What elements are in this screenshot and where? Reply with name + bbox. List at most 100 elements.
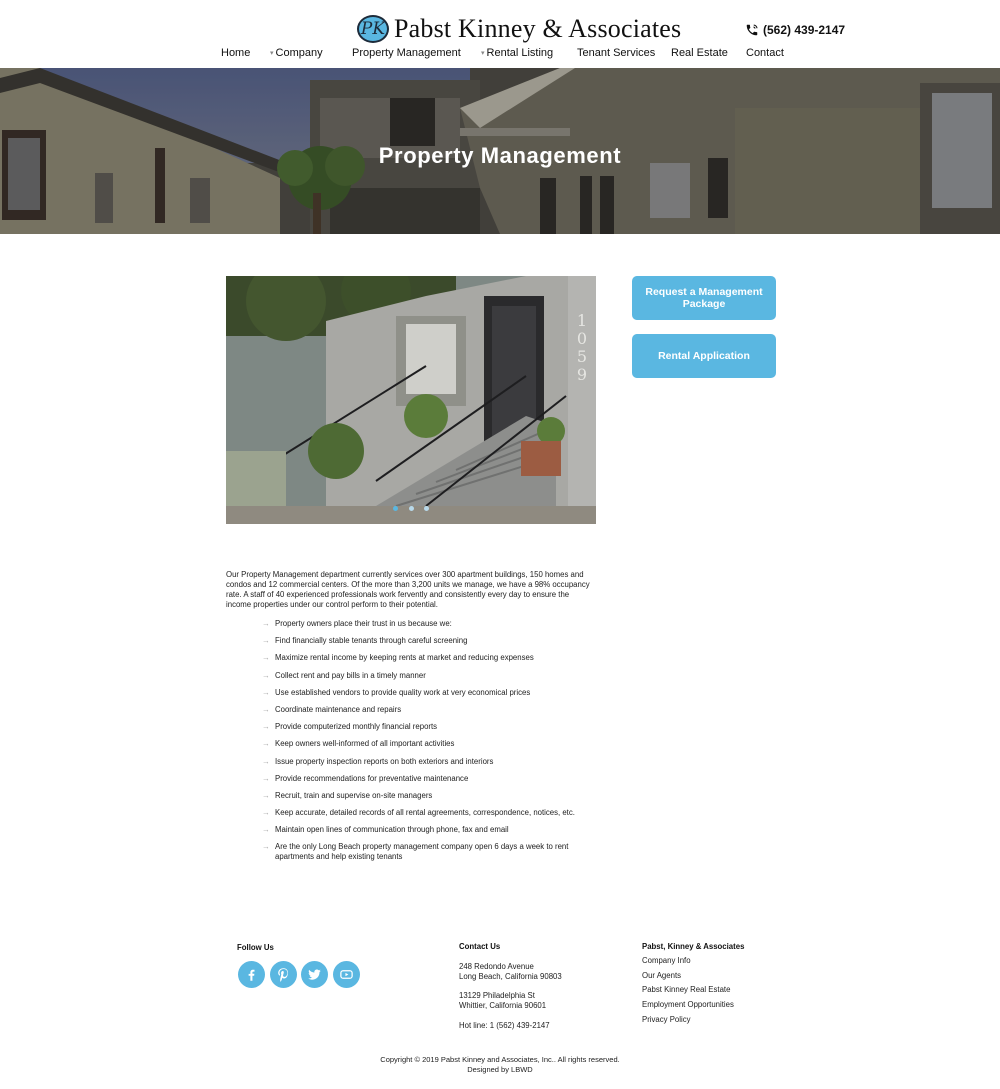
- list-item-text: Find financially stable tenants through …: [275, 636, 468, 646]
- nav-label: Tenant Services: [577, 47, 656, 59]
- list-item: → Collect rent and pay bills in a timely …: [262, 671, 602, 681]
- arrow-right-icon: →: [262, 619, 270, 628]
- list-item-text: Provide computerized monthly financial r…: [275, 722, 438, 732]
- arrow-right-icon: →: [262, 825, 270, 835]
- designed-by[interactable]: Designed by LBWD: [0, 1065, 1000, 1075]
- list-item-text: Coordinate maintenance and repairs: [275, 704, 402, 714]
- list-item-text: Maximize rental income by keeping rents …: [275, 653, 534, 663]
- list-item: → Property owners place their trust in us…: [262, 619, 602, 629]
- list-item: → Keep accurate, detailed records of all …: [262, 808, 602, 818]
- arrow-right-icon: →: [262, 704, 270, 714]
- brand-name: Pabst Kinney & Associates: [394, 14, 682, 43]
- nav-label: Real Estate: [671, 47, 728, 59]
- list-item-text: Recruit, train and supervise on-site man…: [275, 790, 433, 800]
- copyright: Copyright © 2019 Pabst Kinney and Associ…: [0, 1055, 1000, 1075]
- twitter-link[interactable]: [301, 961, 328, 988]
- building-number-4: 9: [577, 365, 587, 384]
- address-line: 248 Redondo Avenue: [459, 962, 534, 971]
- header-phone[interactable]: (562) 439-2147: [745, 23, 845, 37]
- phone-number: (562) 439-2147: [763, 23, 846, 37]
- slider-dot[interactable]: [423, 506, 429, 511]
- list-item-text: Use established vendors to provide quali…: [275, 687, 531, 697]
- company-heading: Pabst, Kinney & Associates: [642, 942, 745, 951]
- nav-label: Home: [221, 47, 251, 59]
- arrow-right-icon: →: [262, 808, 270, 818]
- pinterest-link[interactable]: [269, 961, 297, 988]
- footer-link-company-info[interactable]: Company Info: [642, 956, 734, 966]
- chevron-down-icon: ▾: [270, 50, 274, 57]
- page-title: Property Management: [378, 143, 622, 168]
- social-links: [238, 961, 364, 988]
- building-number-2: 0: [577, 329, 587, 348]
- hotline[interactable]: Hot line: 1 (562) 439-2147: [459, 1021, 550, 1031]
- slider-dot[interactable]: [393, 506, 399, 511]
- request-management-package-button[interactable]: Request a Management Package: [632, 276, 776, 320]
- facebook-icon: [248, 969, 255, 981]
- logo-monogram: PK: [360, 19, 386, 39]
- address-long-beach: 248 Redondo Avenue Long Beach, Californi…: [459, 962, 562, 982]
- footer-link-our-agents[interactable]: Our Agents: [642, 971, 734, 981]
- nav-home[interactable]: Home: [221, 47, 250, 59]
- follow-us-heading: Follow Us: [237, 943, 274, 952]
- footer-link-privacy-policy[interactable]: Privacy Policy: [642, 1015, 734, 1025]
- building-number-3: 5: [577, 347, 587, 366]
- contact-us-heading: Contact Us: [459, 942, 501, 951]
- nav-property-management[interactable]: Property Management: [352, 47, 461, 59]
- list-item: → Find financially stable tenants through…: [262, 636, 602, 646]
- list-item: → Keep owners well-informed of all import…: [262, 739, 602, 749]
- list-item-text: Are the only Long Beach property managem…: [275, 842, 569, 862]
- footer-link-employment[interactable]: Employment Opportunities: [642, 1000, 734, 1010]
- image-slider[interactable]: 1 0 5 9: [226, 276, 596, 524]
- building-number-1: 1: [577, 311, 587, 330]
- chevron-down-icon: ▾: [481, 50, 485, 57]
- youtube-icon: [339, 970, 353, 979]
- youtube-link[interactable]: [332, 961, 360, 988]
- slider-dots: [226, 498, 596, 516]
- nav-rental-listing[interactable]: ▾ Rental Listing: [481, 47, 553, 59]
- arrow-right-icon: →: [262, 687, 270, 697]
- address-whittier: 13129 Philadelphia St Whittier, Californ…: [459, 991, 546, 1011]
- arrow-right-icon: →: [262, 739, 270, 749]
- list-item: → Provide computerized monthly financial …: [262, 722, 602, 732]
- copyright-text: Copyright © 2019 Pabst Kinney and Associ…: [380, 1055, 620, 1064]
- list-item-text: Keep accurate, detailed records of all r…: [275, 808, 575, 818]
- list-item: → Recruit, train and supervise on-site ma…: [262, 791, 602, 801]
- list-item: → Maximize rental income by keeping rents…: [262, 653, 602, 663]
- nav-tenant-services[interactable]: Tenant Services: [577, 47, 655, 59]
- list-item-text: Property owners place their trust in us …: [275, 619, 452, 628]
- arrow-right-icon: →: [262, 670, 270, 680]
- arrow-right-icon: →: [262, 636, 270, 646]
- footer-link-real-estate[interactable]: Pabst Kinney Real Estate: [642, 985, 734, 995]
- list-item-text: Collect rent and pay bills in a timely m…: [275, 670, 426, 680]
- logo[interactable]: PK Pabst Kinney & Associates: [357, 14, 681, 44]
- twitter-icon: [308, 969, 321, 980]
- company-links: Company Info Our Agents Pabst Kinney Rea…: [642, 956, 734, 1029]
- arrow-right-icon: →: [262, 653, 270, 663]
- nav-label: Company: [275, 47, 323, 59]
- nav-label: Contact: [746, 47, 784, 59]
- rental-application-button[interactable]: Rental Application: [632, 334, 776, 378]
- list-item: → Provide recommendations for preventativ…: [262, 774, 602, 784]
- address-line: 13129 Philadelphia St: [459, 991, 535, 1000]
- hero-banner: Property Management: [0, 68, 1000, 234]
- list-item: → Maintain open lines of communication th…: [262, 825, 602, 835]
- nav-label: Property Management: [352, 47, 461, 59]
- list-item-text: Provide recommendations for preventative…: [275, 773, 469, 783]
- nav-label: Rental Listing: [486, 47, 554, 59]
- pinterest-icon: [277, 968, 288, 982]
- arrow-right-icon: →: [262, 756, 270, 766]
- nav-contact[interactable]: Contact: [746, 47, 784, 59]
- arrow-right-icon: →: [262, 790, 270, 800]
- slider-dot[interactable]: [408, 506, 414, 511]
- phone-icon: [746, 24, 758, 36]
- main-nav: Home ▾ Company Property Management ▾ Renta…: [0, 47, 1000, 63]
- nav-real-estate[interactable]: Real Estate: [671, 47, 728, 59]
- nav-company[interactable]: ▾ Company: [270, 47, 323, 59]
- address-line: Whittier, California 90601: [459, 1001, 547, 1010]
- list-item-text: Keep owners well-informed of all importa…: [275, 739, 455, 749]
- list-item: → Issue property inspection reports on bo…: [262, 757, 602, 767]
- site-header: PK Pabst Kinney & Associates (562) 439-2…: [0, 0, 1000, 68]
- list-item: → Are the only Long Beach property manage…: [262, 842, 602, 862]
- facebook-link[interactable]: [238, 961, 265, 988]
- intro-paragraph: Our Property Management department curre…: [226, 570, 590, 609]
